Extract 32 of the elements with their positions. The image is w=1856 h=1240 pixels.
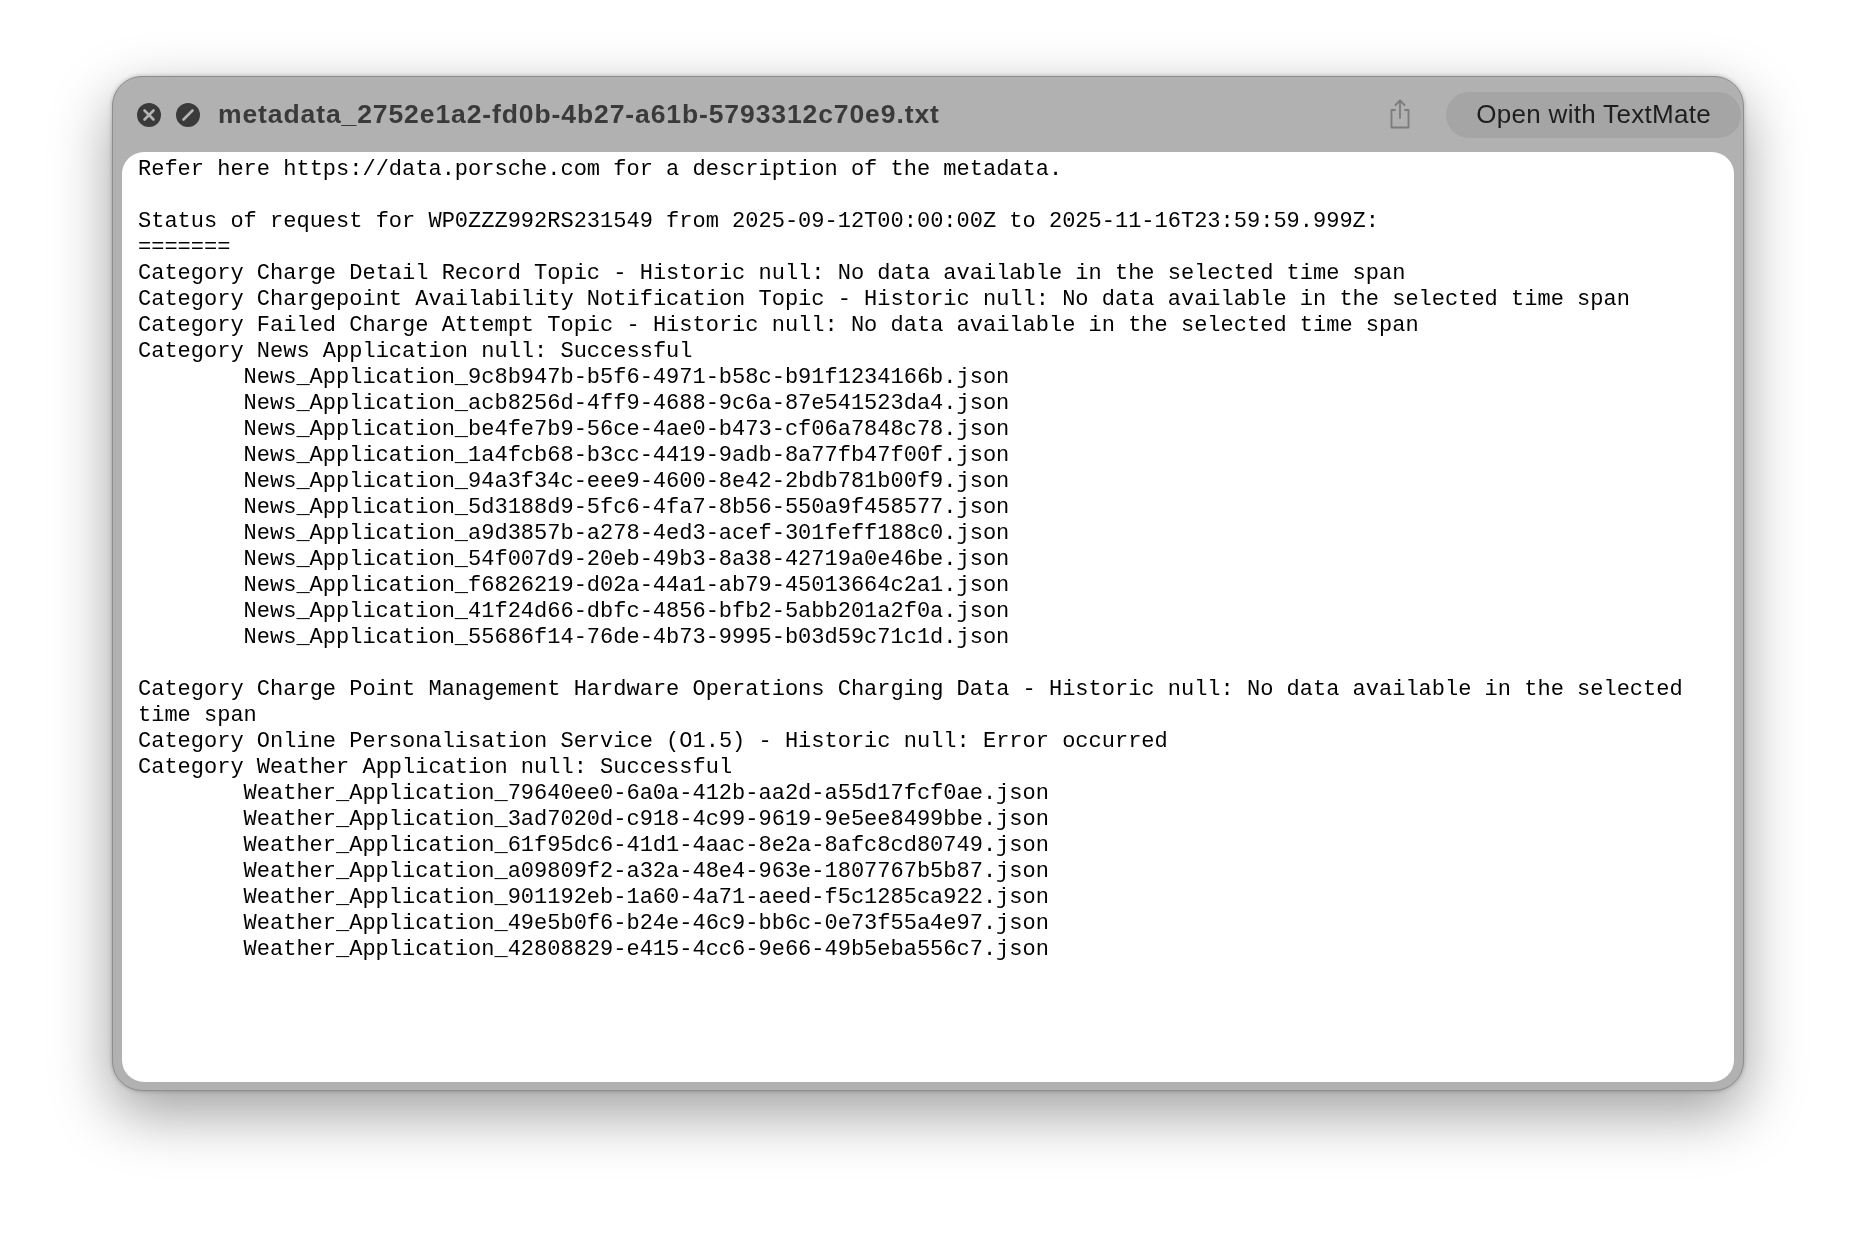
category-line: Category News Application null: Successful [138,339,694,365]
category-line: Category Failed Charge Attempt Topic - Historic null: No data available in the selected time span [138,313,1420,339]
file-name: News_Application_41f24d66-dbfc-4856-bfb2-5abb201a2f0a.json [243,599,1011,625]
category-line: Category Charge Point Management Hardware Operations Charging Data - Historic null: No data available in the selected time span [138,677,1684,729]
separator-line: ======= [138,235,232,261]
open-with-button[interactable]: Open with TextMate [1446,91,1741,138]
file-name: News_Application_f6826219-d02a-44a1-ab79-45013664c2a1.json [243,573,1011,599]
file-name: News_Application_a9d3857b-a278-4ed3-acef-301feff188c0.json [243,521,1011,547]
file-name: Weather_Application_79640ee0-6a0a-412b-aa2d-a55d17fcf0ae.json [243,781,1050,807]
file-name: News_Application_54f007d9-20eb-49b3-8a38-42719a0e46be.json [243,547,1011,573]
category-line: Category Weather Application null: Successful [138,755,734,781]
file-name: Weather_Application_3ad7020d-c918-4c99-9619-9e5ee8499bbe.json [243,807,1050,833]
file-name: News_Application_94a3f34c-eee9-4600-8e42-2bdb781b00f9.json [243,469,1011,495]
text-line: Refer here https://data.porsche.com for a description of the metadata. [138,157,1064,183]
file-name: News_Application_55686f14-76de-4b73-9995-b03d59c71c1d.json [243,625,1011,651]
window-title: metadata_2752e1a2-fd0b-4b27-a61b-5793312c70e9.txt [218,99,940,130]
file-name: Weather_Application_61f95dc6-41d1-4aac-8e2a-8afc8cd80749.json [243,833,1050,859]
file-name: News_Application_5d3188d9-5fc6-4fa7-8b56-550a9f458577.json [243,495,1011,521]
file-name: News_Application_be4fe7b9-56ce-4ae0-b473-cf06a7848c78.json [243,417,1011,443]
category-line: Category Online Personalisation Service (O1.5) - Historic null: Error occurred [138,729,1169,755]
file-name: News_Application_acb8256d-4ff9-4688-9c6a-87e541523da4.json [243,391,1011,417]
slash-circle-icon[interactable] [176,102,200,127]
file-name: Weather_Application_42808829-e415-4cc6-9e66-49b5eba556c7.json [243,937,1050,963]
file-name: Weather_Application_a09809f2-a32a-48e4-963e-1807767b5b87.json [243,859,1050,885]
text-line: Status of request for WP0ZZZ992RS231549 from 2025-09-12T00:00:00Z to 2025-11-16T23:59:59.999Z: [138,209,1380,235]
file-name: Weather_Application_901192eb-1a60-4a71-aeed-f5c1285ca922.json [243,885,1050,911]
category-line: Category Charge Detail Record Topic - Historic null: No data available in the selected time span [138,261,1407,287]
file-name: Weather_Application_49e5b0f6-b24e-46c9-bb6c-0e73f55a4e97.json [243,911,1050,937]
file-name: News_Application_1a4fcb68-b3cc-4419-9adb-8a77fb47f00f.json [243,443,1011,469]
file-name: News_Application_9c8b947b-b5f6-4971-b58c-b91f1234166b.json [243,365,1011,391]
category-line: Category Chargepoint Availability Notification Topic - Historic null: No data available in the selected time span [138,287,1631,313]
close-icon[interactable] [137,102,161,127]
